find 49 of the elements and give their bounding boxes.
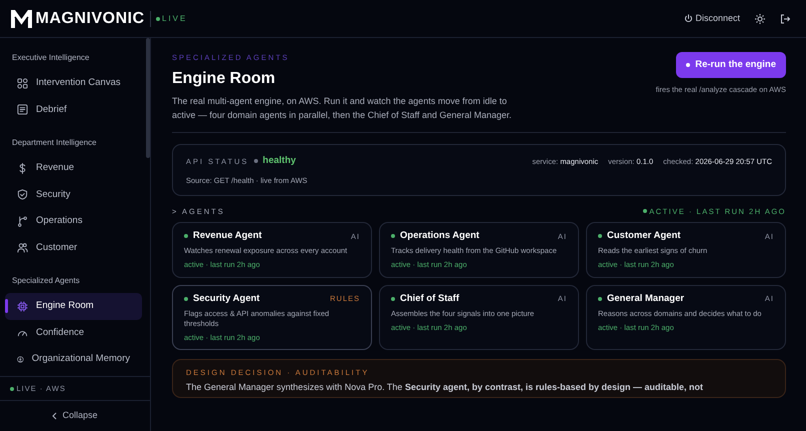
status-dot	[391, 296, 395, 301]
theme-toggle-icon[interactable]	[755, 14, 765, 24]
branch-icon	[17, 216, 28, 227]
page-description: The real multi-agent engine, on AWS. Run it and watch the agents move from idle to active — four domain agents in parallel, then the Chief of Staff and General Manager.	[172, 95, 513, 122]
agent-name: Operations Agent	[400, 229, 480, 243]
dollar-icon	[17, 162, 28, 174]
status-dot	[598, 296, 602, 301]
sidebar-item[interactable]: Revenue	[5, 155, 142, 182]
users-icon	[17, 242, 28, 254]
status-dot	[391, 234, 395, 238]
agent-name: Revenue Agent	[193, 229, 262, 243]
page-title: Engine Room	[172, 69, 276, 90]
live-indicator: LIVE	[162, 12, 188, 24]
agent-name: Customer Agent	[607, 229, 681, 243]
document-icon	[17, 104, 28, 116]
agent-name: Chief of Staff	[400, 292, 460, 306]
live-dot	[156, 16, 160, 20]
section-heading: Executive Intelligence	[11, 52, 90, 64]
disconnect-button[interactable]: Disconnect	[684, 12, 740, 26]
logout-icon[interactable]	[780, 14, 790, 24]
status-dot	[642, 209, 647, 214]
sidebar-item[interactable]: Organizational Memory	[5, 346, 142, 372]
agent-name: Security Agent	[193, 292, 260, 306]
sidebar-item[interactable]: Operations	[5, 208, 142, 234]
sidebar-item[interactable]: Customer	[5, 234, 142, 261]
section-heading: Specialized Agents	[11, 275, 81, 287]
chip-icon	[17, 300, 28, 312]
live-dot	[10, 386, 14, 390]
agent-name: General Manager	[607, 292, 684, 306]
grid-icon	[17, 78, 28, 89]
api-health: healthy	[262, 154, 296, 168]
collapse-button[interactable]: Collapse	[0, 400, 150, 431]
section-heading: Department Intelligence	[11, 137, 98, 149]
status-dot	[598, 234, 602, 238]
shield-icon	[17, 189, 28, 200]
chevron-left-icon	[52, 412, 58, 420]
power-icon	[684, 14, 693, 23]
sidebar-item[interactable]: Debrief	[5, 96, 142, 123]
logo-icon	[10, 8, 33, 28]
rerun-button[interactable]: Re-run the engine	[676, 52, 786, 78]
status-dot	[184, 296, 188, 301]
brand-name: MAGNIVONIC	[36, 8, 144, 28]
sidebar-item[interactable]: Confidence	[5, 320, 142, 346]
sidebar-item[interactable]: Engine Room	[5, 293, 142, 320]
sidebar-item[interactable]: Intervention Canvas	[5, 70, 142, 96]
status-dot	[254, 159, 258, 164]
status-dot	[184, 234, 188, 238]
decision-text: The General Manager synthesizes with Nova Pro. The Security agent, by contrast, is rules-based by design — auditable, not	[186, 381, 704, 394]
sidebar-item[interactable]: Security	[5, 182, 142, 208]
